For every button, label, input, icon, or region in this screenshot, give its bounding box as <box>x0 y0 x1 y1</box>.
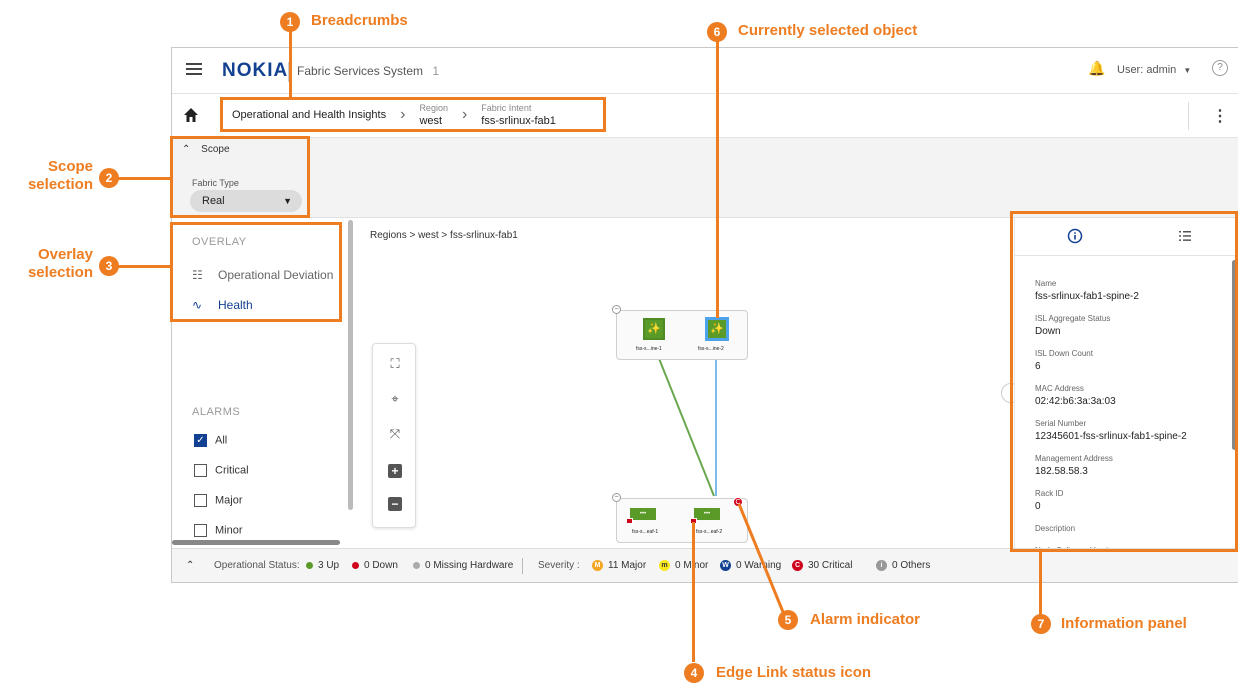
app-title-text: Fabric Services System <box>297 64 424 78</box>
callout-badge-3: 3 <box>99 256 119 276</box>
chevron-up-icon[interactable]: ⌃ <box>186 560 194 571</box>
warning-alarm-icon: W <box>720 560 731 571</box>
more-options-icon[interactable]: ⋮ <box>1212 106 1228 126</box>
app-title-suffix: 1 <box>432 64 440 78</box>
help-icon[interactable]: ? <box>1212 60 1228 76</box>
severity-major[interactable]: M 11 Major <box>592 560 646 571</box>
home-icon[interactable] <box>182 106 200 124</box>
callout-label-2: Scope selection <box>27 158 93 193</box>
switch-icon: ✨ <box>710 323 724 335</box>
callout-badge-5: 5 <box>778 610 798 630</box>
left-pane-hscrollbar[interactable] <box>172 540 340 545</box>
callout-label-3: Overlay selection <box>27 246 93 281</box>
group-collapse-icon[interactable]: − <box>612 493 621 502</box>
alarm-filter-label: Critical <box>215 464 249 477</box>
status-up-count: 3 Up <box>318 560 340 571</box>
topology-canvas[interactable]: Regions > west > fss-srlinux-fab1 ⛶ ⌖ ⤧ … <box>358 218 1010 548</box>
severity-minor[interactable]: m0 Minor <box>659 560 708 571</box>
spine-node-1[interactable]: ✨ <box>643 318 665 340</box>
scope-highlight-box <box>170 136 310 218</box>
left-pane-scrollbar[interactable] <box>348 220 353 510</box>
notification-bell-icon[interactable]: 🔔 <box>1088 60 1105 77</box>
callout-line-1 <box>289 30 292 97</box>
major-alarm-icon: M <box>592 560 603 571</box>
alarm-filter-all[interactable]: ✓ All <box>194 434 227 447</box>
leaf-group[interactable] <box>616 498 748 543</box>
alarms-title: ALARMS <box>192 406 241 418</box>
callout-label-6: Currently selected object <box>738 22 918 39</box>
minor-alarm-icon: m <box>659 560 670 571</box>
alarm-filter-label: Major <box>215 494 243 507</box>
status-missing: 0 Missing Hardware <box>413 560 513 571</box>
callout-line-5 <box>737 503 785 613</box>
spine-node-1-label: fss-s...ine-1 <box>636 346 662 352</box>
callout-badge-1: 1 <box>280 12 300 32</box>
alarm-filter-minor[interactable]: Minor <box>194 524 243 537</box>
alarm-filter-label: Minor <box>215 524 243 537</box>
chevron-down-icon: ▼ <box>1183 66 1192 75</box>
severity-critical[interactable]: C 30 Critical <box>792 560 852 571</box>
hamburger-menu-icon[interactable] <box>186 63 202 75</box>
breadcrumbs-highlight-box <box>220 97 606 132</box>
info-panel-highlight-box <box>1010 211 1238 552</box>
divider <box>1188 102 1189 130</box>
severity-others-count: 0 Others <box>892 560 931 572</box>
group-collapse-icon[interactable]: − <box>612 305 621 314</box>
user-menu[interactable]: User: admin ▼ <box>1117 64 1191 76</box>
status-down-count: 0 Down <box>364 560 398 571</box>
leaf-node-1-label: fss-s...eaf-1 <box>632 529 659 535</box>
callout-label-7: Information panel <box>1061 615 1187 632</box>
status-bar: ⌃ Operational Status: 3 Up 0 Down 0 Miss… <box>172 548 1238 582</box>
callout-line-3 <box>118 265 170 268</box>
user-label: User: admin <box>1117 64 1177 76</box>
alarm-filter-label: All <box>215 434 228 447</box>
status-missing-count: 0 Missing Hardware <box>425 560 514 571</box>
leaf-node-2-label: fss-s...eaf-2 <box>696 529 723 535</box>
status-up: 3 Up <box>306 560 339 571</box>
leaf-node-2[interactable]: ••• <box>694 508 720 520</box>
callout-line-4 <box>692 522 695 662</box>
checkbox-icon <box>194 494 207 507</box>
callout-line-6 <box>716 32 719 318</box>
nokia-logo: NOKIA <box>222 60 289 81</box>
top-bar: NOKIA Fabric Services System 1 🔔 User: a… <box>172 48 1238 94</box>
leaf-node-1[interactable]: ••• <box>630 508 656 520</box>
down-dot-icon <box>352 561 359 569</box>
callout-label-5: Alarm indicator <box>810 611 921 628</box>
callout-badge-7: 7 <box>1031 614 1051 634</box>
alarm-filter-critical[interactable]: Critical <box>194 464 249 477</box>
checkbox-icon <box>194 524 207 537</box>
operational-status-label: Operational Status: <box>214 560 300 571</box>
callout-badge-4: 4 <box>684 663 704 683</box>
severity-critical-count: 30 Critical <box>808 560 853 572</box>
callout-badge-6: 6 <box>707 22 727 42</box>
callout-line-2 <box>118 177 170 180</box>
divider <box>522 558 523 574</box>
spine-group[interactable] <box>616 310 748 360</box>
app-title: Fabric Services System 1 <box>297 64 439 78</box>
overlay-highlight-box <box>170 222 342 322</box>
callout-label-1: Breadcrumbs <box>311 12 408 29</box>
spine-node-2-label: fss-s...ine-2 <box>698 346 724 352</box>
switch-icon: ✨ <box>647 323 661 335</box>
scope-panel: ⌃ Scope Fabric Type Real ▼ <box>172 138 1238 218</box>
status-down: 0 Down <box>352 560 398 571</box>
missing-dot-icon <box>413 561 420 569</box>
severity-others[interactable]: i 0 Others <box>876 560 930 571</box>
callout-badge-2: 2 <box>99 168 119 188</box>
callout-label-4: Edge Link status icon <box>716 664 872 681</box>
severity-major-count: 11 Major <box>608 560 647 572</box>
severity-label: Severity : <box>538 560 580 571</box>
checkbox-checked-icon: ✓ <box>194 434 207 447</box>
up-dot-icon <box>306 561 313 569</box>
edge-link-status-icon[interactable] <box>626 518 633 524</box>
callout-line-7 <box>1039 552 1042 618</box>
checkbox-icon <box>194 464 207 477</box>
alarm-filter-major[interactable]: Major <box>194 494 243 507</box>
others-alarm-icon: i <box>876 560 887 571</box>
isl-link-green[interactable] <box>653 345 715 497</box>
spine-node-2-selected[interactable]: ✨ <box>706 318 728 340</box>
